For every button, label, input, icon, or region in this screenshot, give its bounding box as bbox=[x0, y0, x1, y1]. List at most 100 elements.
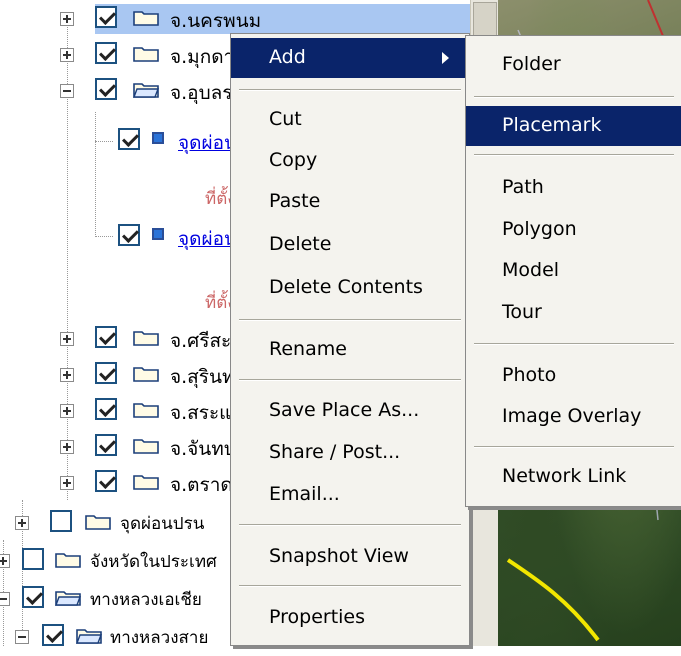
menu-item-label: Add bbox=[269, 46, 306, 68]
menu-item-rename[interactable]: Rename bbox=[231, 330, 469, 370]
checkbox[interactable] bbox=[95, 326, 117, 348]
folder-icon bbox=[133, 475, 159, 490]
menu-item-label: Cut bbox=[269, 108, 302, 130]
checkbox[interactable] bbox=[95, 434, 117, 456]
open-folder-icon bbox=[133, 83, 159, 98]
checkbox[interactable] bbox=[42, 624, 64, 646]
menu-item-copy[interactable]: Copy bbox=[231, 141, 469, 181]
checkbox[interactable] bbox=[95, 362, 117, 384]
checkbox[interactable] bbox=[118, 128, 140, 150]
expand-icon[interactable] bbox=[60, 48, 74, 62]
collapse-icon[interactable] bbox=[0, 592, 10, 606]
menu-item-delete-contents[interactable]: Delete Contents bbox=[231, 268, 469, 308]
folder-icon bbox=[133, 11, 159, 26]
placemark-icon bbox=[152, 132, 164, 144]
submenu-item-image-overlay[interactable]: Image Overlay bbox=[466, 397, 681, 437]
placemark-icon bbox=[152, 228, 164, 240]
checkbox[interactable] bbox=[22, 586, 44, 608]
menu-separator bbox=[239, 524, 461, 526]
menu-separator bbox=[239, 379, 461, 381]
tree-item-label: จุดผ่อนปรน bbox=[120, 514, 205, 534]
menu-item-cut[interactable]: Cut bbox=[231, 100, 469, 140]
folder-icon bbox=[133, 331, 159, 346]
menu-item-label: Rename bbox=[269, 338, 347, 360]
expand-icon[interactable] bbox=[60, 440, 74, 454]
menu-item-label: Path bbox=[502, 176, 544, 198]
menu-item-label: Model bbox=[502, 259, 560, 281]
folder-icon bbox=[133, 439, 159, 454]
checkbox[interactable] bbox=[95, 470, 117, 492]
submenu-arrow-icon bbox=[442, 52, 449, 64]
checkbox[interactable] bbox=[50, 510, 72, 532]
menu-separator bbox=[474, 343, 674, 345]
checkbox[interactable] bbox=[95, 42, 117, 64]
menu-item-label: Polygon bbox=[502, 218, 577, 240]
menu-item-properties[interactable]: Properties bbox=[231, 598, 469, 638]
checkbox[interactable] bbox=[22, 548, 44, 570]
submenu-item-path[interactable]: Path bbox=[466, 168, 681, 208]
menu-item-save-place-as[interactable]: Save Place As... bbox=[231, 391, 469, 431]
menu-item-label: Properties bbox=[269, 606, 366, 628]
menu-item-label: Copy bbox=[269, 149, 318, 171]
menu-item-label: Image Overlay bbox=[502, 405, 642, 427]
submenu-item-placemark[interactable]: Placemark bbox=[466, 106, 681, 146]
menu-item-paste[interactable]: Paste bbox=[231, 182, 469, 222]
tree-item-label: ทางหลวงเอเชีย bbox=[90, 590, 202, 610]
expand-icon[interactable] bbox=[60, 368, 74, 382]
menu-item-label: Delete Contents bbox=[269, 276, 423, 298]
expand-icon[interactable] bbox=[60, 476, 74, 490]
folder-icon bbox=[85, 515, 111, 530]
menu-item-email[interactable]: Email... bbox=[231, 475, 469, 515]
menu-item-label: Tour bbox=[502, 301, 542, 323]
menu-separator bbox=[239, 319, 461, 321]
tree-item-label: จังหวัดในประเทศ bbox=[90, 552, 217, 572]
checkbox[interactable] bbox=[95, 78, 117, 100]
menu-separator bbox=[474, 446, 674, 448]
collapse-icon[interactable] bbox=[60, 84, 74, 98]
folder-icon bbox=[55, 553, 81, 568]
folder-icon bbox=[133, 367, 159, 382]
menu-item-label: Share / Post... bbox=[269, 441, 401, 463]
submenu-item-photo[interactable]: Photo bbox=[466, 356, 681, 396]
tree-item-label: จ.นครพนม bbox=[170, 10, 262, 32]
expand-icon[interactable] bbox=[0, 554, 10, 568]
submenu-item-network-link[interactable]: Network Link bbox=[466, 457, 681, 497]
submenu-item-tour[interactable]: Tour bbox=[466, 293, 681, 333]
context-menu: Add Cut Copy Paste Delete Delete Content… bbox=[230, 33, 470, 646]
menu-item-label: Folder bbox=[502, 53, 561, 75]
collapse-icon[interactable] bbox=[15, 630, 29, 644]
submenu-item-folder[interactable]: Folder bbox=[466, 45, 681, 85]
menu-item-label: Delete bbox=[269, 233, 332, 255]
menu-item-label: Network Link bbox=[502, 465, 627, 487]
add-submenu: Folder Placemark Path Polygon Model Tour… bbox=[465, 35, 681, 507]
menu-item-label: Snapshot View bbox=[269, 545, 409, 567]
menu-item-label: Email... bbox=[269, 483, 340, 505]
folder-icon bbox=[133, 47, 159, 62]
menu-separator bbox=[474, 154, 674, 156]
expand-icon[interactable] bbox=[15, 516, 29, 530]
expand-icon[interactable] bbox=[60, 404, 74, 418]
submenu-item-model[interactable]: Model bbox=[466, 251, 681, 291]
checkbox[interactable] bbox=[95, 398, 117, 420]
open-folder-icon bbox=[55, 591, 81, 606]
menu-separator bbox=[239, 585, 461, 587]
menu-item-label: Photo bbox=[502, 364, 557, 386]
expand-icon[interactable] bbox=[60, 12, 74, 26]
menu-item-snapshot-view[interactable]: Snapshot View bbox=[231, 537, 469, 577]
menu-item-share-post[interactable]: Share / Post... bbox=[231, 433, 469, 473]
submenu-item-polygon[interactable]: Polygon bbox=[466, 210, 681, 250]
menu-item-delete[interactable]: Delete bbox=[231, 225, 469, 265]
tree-item-label: ทางหลวงสาย bbox=[110, 628, 209, 648]
menu-item-label: Paste bbox=[269, 190, 321, 212]
open-folder-icon bbox=[76, 629, 102, 644]
menu-item-add[interactable]: Add bbox=[231, 38, 469, 78]
checkbox[interactable] bbox=[118, 224, 140, 246]
menu-item-label: Placemark bbox=[502, 114, 602, 136]
expand-icon[interactable] bbox=[60, 332, 74, 346]
folder-icon bbox=[133, 403, 159, 418]
menu-item-label: Save Place As... bbox=[269, 399, 420, 421]
menu-separator bbox=[474, 96, 674, 98]
menu-separator bbox=[239, 89, 461, 91]
checkbox[interactable] bbox=[95, 6, 117, 28]
tree-item-label: จ.ตราด bbox=[170, 474, 233, 496]
